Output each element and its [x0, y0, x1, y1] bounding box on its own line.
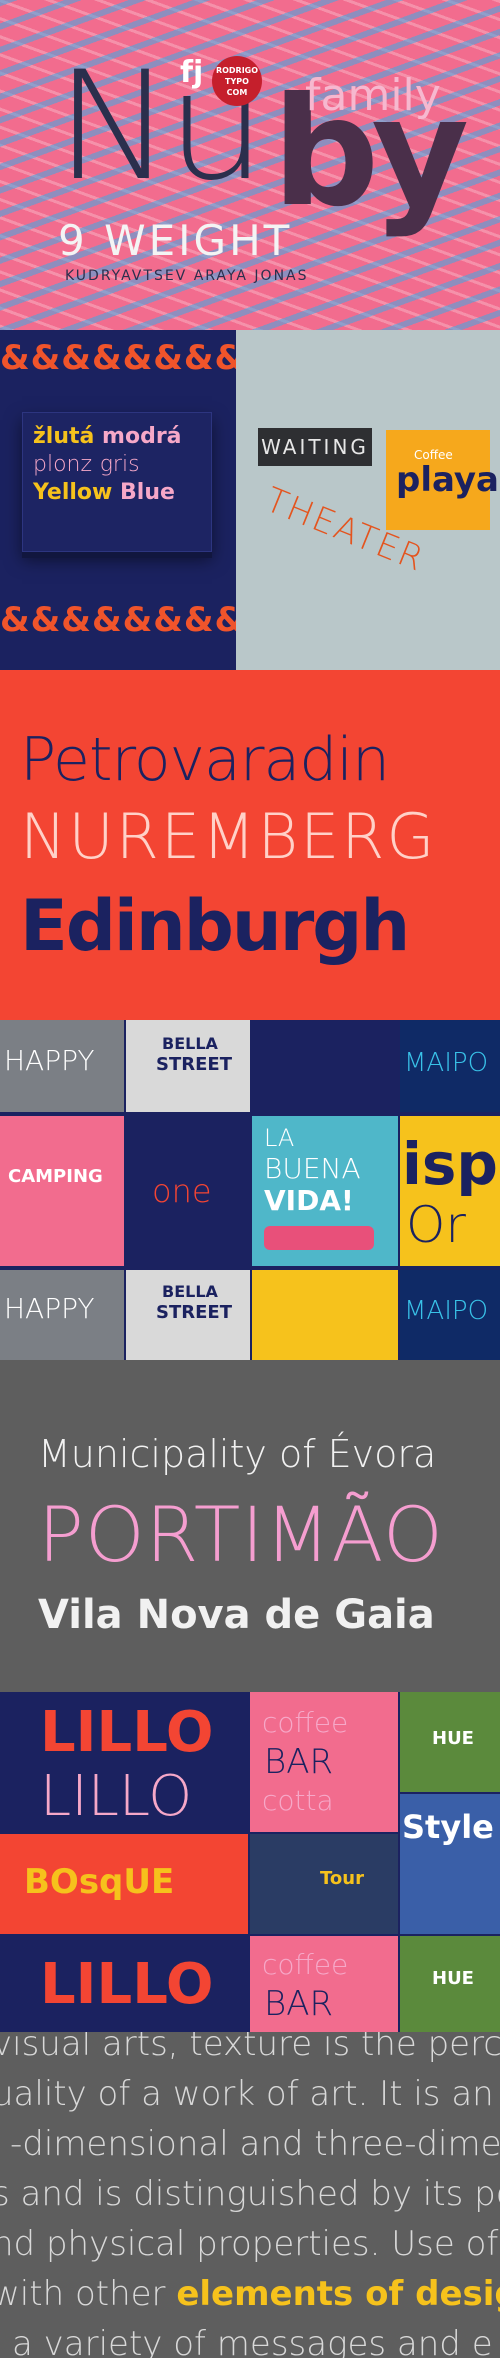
happy-text: HAPPY [4, 1044, 95, 1077]
vida-text: VIDA! [264, 1184, 354, 1217]
tile-maipo: MAIPO [400, 1020, 500, 1112]
book-line2: plonz gris [23, 451, 211, 479]
ampersand-row-bottom: &&&&&&&&&& [0, 600, 307, 640]
badge-line3: COM [226, 87, 248, 97]
book-line3: Yellow Blue [23, 479, 211, 507]
gray-city-specimen: Municipality of Évora PORTIMÃO Vila Nova… [0, 1360, 500, 1692]
city-evora: Municipality of Évora [38, 1432, 437, 1476]
buena-text: BUENA [264, 1152, 361, 1185]
lillo-text-3: LILLO [40, 1952, 214, 2017]
pink-car-shape [264, 1226, 374, 1250]
hero-fj-logo: fj [180, 55, 204, 90]
cotta-text: cotta [262, 1784, 334, 1817]
hue-text: HUE [432, 1728, 474, 1749]
tile-text-block-bottom [252, 1270, 398, 1360]
tour-text: Tour [320, 1868, 364, 1889]
tile-happy-top: HAPPY [0, 1020, 124, 1112]
style-text: Style [402, 1808, 494, 1846]
book-mockups: &&&&&&&&&& žlutá modrá plonz gris Yellow… [0, 330, 500, 670]
coffee-text: coffee [262, 1706, 349, 1739]
hero-weights: 9 WEIGHT [58, 216, 293, 265]
tile-bella-street: BELLA STREET [126, 1020, 250, 1112]
lillo-text-1: LILLO [40, 1700, 214, 1765]
coffee-text-bottom: coffee [262, 1948, 349, 1981]
tile-lillo-top: LILLO LILLO [0, 1692, 248, 1832]
book-line1: žlutá modrá [23, 423, 211, 451]
tile-style: Style [400, 1794, 500, 1934]
happy-text-bottom: HAPPY [4, 1292, 95, 1325]
tile-camping: CAMPING [0, 1116, 124, 1266]
city-edinburgh: Edinburgh [20, 885, 410, 967]
tile-text-block-top [252, 1020, 398, 1112]
bella-text-bottom: BELLA [162, 1282, 218, 1301]
texture-paragraph: visual arts, texture is the perceiv uali… [0, 2032, 500, 2358]
ampersand-row-top: &&&&&&&&&& [0, 338, 307, 378]
city-petrovaradin: Petrovaradin [20, 725, 390, 795]
la-text: LA [264, 1124, 295, 1152]
tile-tour: Tour [250, 1834, 398, 1934]
rodrigo-typo-badge: RODRIGO TYPO COM [212, 56, 262, 106]
hue-text-bottom: HUE [432, 1968, 474, 1989]
badge-line2: TYPO [225, 76, 249, 86]
collage-two: LILLO LILLO coffee BAR cotta HUE BOsqUE … [0, 1692, 500, 2032]
mockup-photo-area: WAITING Coffee playa THEATER [236, 330, 500, 670]
para-line-1: visual arts, texture is the perceiv [0, 2032, 500, 2064]
hero-family-label: family [305, 70, 441, 121]
tile-coffee-bar-bottom: coffee BAR [250, 1936, 398, 2032]
hero-authors: KUDRYAVTSEV ARAYA JONAS [65, 268, 309, 284]
tile-bosque: BOsqUE [0, 1834, 248, 1934]
para-line-2: uality of a work of art. It is an ele [0, 2074, 500, 2114]
city-nuremberg: NUREMBERG [20, 800, 437, 873]
para-line-7: a variety of messages and e [12, 2324, 493, 2358]
camping-text: CAMPING [8, 1166, 103, 1187]
coffee-playa-card: Coffee playa [386, 430, 499, 530]
bar-text-bottom: BAR [264, 1984, 334, 2024]
playa-label: playa [396, 460, 499, 500]
para-line-5: nd physical properties. Use of [0, 2224, 499, 2264]
street-text: STREET [156, 1054, 232, 1075]
tile-isp: isp Or [400, 1116, 500, 1266]
word-zluta: žlutá [33, 424, 95, 449]
red-city-specimen: Petrovaradin NUREMBERG Edinburgh [0, 670, 500, 1020]
open-book: žlutá modrá plonz gris Yellow Blue [22, 412, 212, 552]
one-text: one [152, 1172, 212, 1210]
highlight-elements-of-design: elements of design [176, 2274, 500, 2314]
word-yellow: Yellow [33, 480, 113, 505]
collage-one: HAPPY BELLA STREET MAIPO CAMPING one LA … [0, 1020, 500, 1360]
para-line-3: -dimensional and three-dimen [10, 2124, 500, 2164]
tile-bella-street-bottom: BELLA STREET [126, 1270, 250, 1360]
tile-coffee-bar: coffee BAR cotta [250, 1692, 398, 1832]
tile-maipo-bottom: MAIPO [400, 1270, 500, 1360]
word-modra: modrá [102, 424, 182, 449]
tile-hue-top: HUE [400, 1692, 500, 1792]
badge-line1: RODRIGO [215, 65, 259, 75]
tile-la-buena-vida: LA BUENA VIDA! [252, 1116, 398, 1266]
word-plonz: plonz [33, 452, 93, 477]
waiting-sign: WAITING [258, 428, 372, 466]
maipo-text-bottom: MAIPO [404, 1296, 489, 1326]
word-gris: gris [99, 452, 140, 477]
tile-happy-bottom: HAPPY [0, 1270, 124, 1360]
or-text: Or [406, 1196, 466, 1254]
city-portimao: PORTIMÃO [38, 1490, 444, 1579]
isp-text: isp [402, 1130, 498, 1198]
para-line-4: s and is distinguished by its pe [0, 2174, 500, 2214]
hero-banner: Nu by fj RODRIGO TYPO COM family 9 WEIGH… [0, 0, 500, 330]
city-vila-nova-de-gaia: Vila Nova de Gaia [38, 1592, 435, 1638]
tile-lillo-bottom: LILLO [0, 1936, 248, 2032]
bosque-text: BOsqUE [24, 1862, 175, 1902]
para-line-6-start: with other [0, 2274, 177, 2314]
street-text-bottom: STREET [156, 1302, 232, 1323]
maipo-text: MAIPO [404, 1048, 489, 1078]
lillo-text-2: LILLO [40, 1764, 193, 1829]
word-blue: Blue [120, 480, 175, 505]
bar-text: BAR [264, 1742, 334, 1782]
para-line-6: with other elements of design, [0, 2274, 500, 2314]
bella-text: BELLA [162, 1034, 218, 1053]
tile-one: one [126, 1116, 250, 1266]
tile-hue-bottom: HUE [400, 1936, 500, 2032]
